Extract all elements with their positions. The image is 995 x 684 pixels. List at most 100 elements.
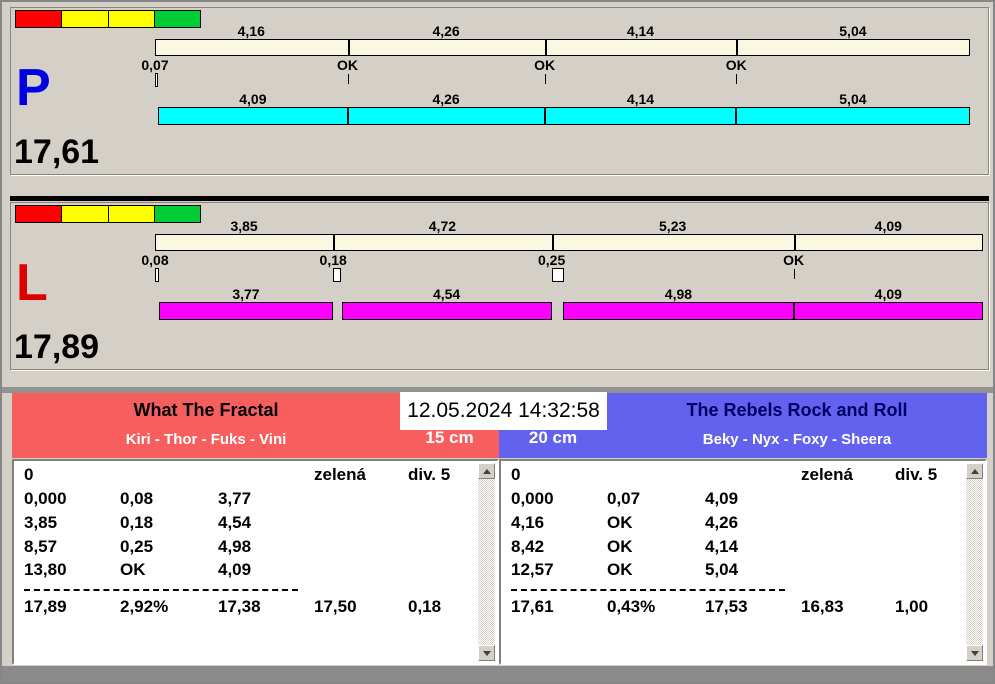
table-cell: 0,25 (120, 537, 154, 556)
split-time-label: 5,04 (839, 23, 867, 39)
table-cell: 3,77 (218, 489, 252, 508)
split-bar-divider (347, 40, 350, 55)
table-cell: 4,16 (511, 513, 545, 532)
ok-tick (347, 74, 349, 84)
run-time-label: 4,09 (239, 91, 267, 107)
jump-height-badge: 15 cm (425, 428, 474, 447)
changeover-gap-box (155, 268, 159, 282)
run-time-label: 4,98 (664, 286, 693, 302)
window-bottom-strip (2, 666, 993, 682)
arrow-down-icon (970, 650, 979, 656)
scrollbar[interactable] (478, 463, 495, 661)
team-dogs: Kiri - Thor - Fuks - Vini (125, 431, 287, 448)
changeover-label: 0,08 (141, 252, 169, 268)
table-summary-cell: 17,61 (511, 597, 554, 616)
table-cell: div. 5 (408, 465, 451, 484)
table-summary-cell: 0,43% (607, 597, 656, 616)
table-cell: 0,08 (120, 489, 154, 508)
arrow-up-icon (482, 468, 491, 474)
run-time-label: 5,04 (839, 91, 867, 107)
table-cell: 5,04 (705, 560, 739, 579)
table-summary-cell: 2,92% (120, 597, 169, 616)
split-bar-divider (793, 235, 796, 250)
scroll-up-button[interactable] (478, 463, 495, 479)
table-cell: zelená (314, 465, 366, 484)
run-bar-segment (341, 302, 552, 320)
table-cell: 4,54 (218, 513, 252, 532)
table-summary-cell: 17,50 (314, 597, 357, 616)
table-cell: 12,57 (511, 560, 554, 579)
scroll-down-button[interactable] (966, 645, 983, 661)
run-time-label: 4,14 (626, 91, 655, 107)
run-time-label: 4,26 (432, 91, 460, 107)
changeover-label: OK (783, 252, 805, 268)
changeover-gap-box (155, 73, 158, 87)
lane-panel-l: L 17,89 3,85 4,72 5,23 4,09 0,08 0,18 0,25 OK 3,… (10, 202, 989, 370)
team-name: The Rebels Rock and Roll (686, 400, 908, 420)
table-cell: 0 (24, 465, 34, 484)
run-bar-segment (736, 107, 970, 125)
ok-tick (793, 269, 795, 279)
ok-tick (736, 74, 738, 84)
changeover-label: 0,18 (319, 252, 347, 268)
table-summary-cell: 0,18 (408, 597, 442, 616)
table-cell: 0,000 (511, 489, 554, 508)
changeover-label: 0,25 (537, 252, 566, 268)
run-time-label: 3,77 (232, 286, 260, 302)
jump-height-badge: 20 cm (528, 428, 578, 447)
changeover-label: OK (337, 57, 359, 73)
dashed-separator (24, 589, 298, 591)
lane-panel-p: P 17,61 4,16 4,26 4,14 5,04 0,07 OK OK OK 4,09 4,… (10, 7, 989, 175)
run-bar-segment (158, 107, 348, 125)
split-bar-divider (736, 40, 739, 55)
table-cell: OK (607, 537, 633, 556)
scroll-down-button[interactable] (478, 645, 495, 661)
run-bar-segment (793, 302, 983, 320)
results-table-right[interactable]: 0 zelená div. 5 0,000 0,07 4,09 4,16 OK 4,26 8,42… (499, 459, 987, 665)
scrollbar[interactable] (966, 463, 983, 661)
split-time-label: 4,09 (874, 218, 902, 234)
arrow-up-icon (970, 468, 979, 474)
table-summary-cell: 1,00 (895, 597, 929, 616)
table-cell: 4,09 (218, 560, 252, 579)
split-time-label: 4,72 (428, 218, 457, 234)
table-cell: 0,18 (120, 513, 154, 532)
scroll-up-button[interactable] (966, 463, 983, 479)
split-time-label: 4,14 (626, 23, 655, 39)
split-time-label: 3,85 (230, 218, 258, 234)
table-cell: OK (607, 560, 633, 579)
table-cell: 13,80 (24, 560, 67, 579)
table-summary-cell: 17,89 (24, 597, 67, 616)
results-table-left[interactable]: 0 zelená div. 5 0,000 0,08 3,77 3,85 0,18 4,54 8,… (12, 459, 499, 665)
team-name: What The Fractal (133, 400, 279, 420)
table-cell: 8,57 (24, 537, 58, 556)
table-cell: 4,98 (218, 537, 252, 556)
table-cell: OK (607, 513, 633, 532)
table-summary-cell: 17,38 (218, 597, 261, 616)
run-bar-segment (563, 302, 794, 320)
run-bar-segment (347, 107, 545, 125)
table-summary-cell: 16,83 (801, 597, 844, 616)
table-cell: OK (120, 560, 146, 579)
run-bar-segment (158, 302, 334, 320)
run-time-label: 4,54 (432, 286, 461, 302)
team-dogs: Beky - Nyx - Foxy - Sheera (702, 431, 892, 448)
ok-tick (544, 74, 546, 84)
changeover-gap-box (333, 268, 342, 282)
changeover-gap-box (551, 268, 564, 282)
table-cell: 4,14 (705, 537, 739, 556)
changeover-label: OK (534, 57, 556, 73)
run-time-label: 4,09 (874, 286, 902, 302)
changeover-label: 0,07 (141, 57, 169, 73)
dashed-separator (511, 589, 785, 591)
lane-time-chart: 3,85 4,72 5,23 4,09 0,08 0,18 0,25 OK 3,77 4,54 4,… (11, 203, 988, 369)
split-bar (155, 234, 983, 251)
table-cell: 4,26 (705, 513, 739, 532)
split-time-label: 4,26 (432, 23, 460, 39)
datetime-display: 12.05.2024 14:32:58 (400, 392, 607, 430)
table-summary-cell: 17,53 (705, 597, 748, 616)
table-cell: 3,85 (24, 513, 58, 532)
lane-time-chart: 4,16 4,26 4,14 5,04 0,07 OK OK OK 4,09 4,26 4,14 5,… (11, 8, 988, 174)
table-cell: 8,42 (511, 537, 545, 556)
lane-divider-bar (10, 196, 989, 201)
